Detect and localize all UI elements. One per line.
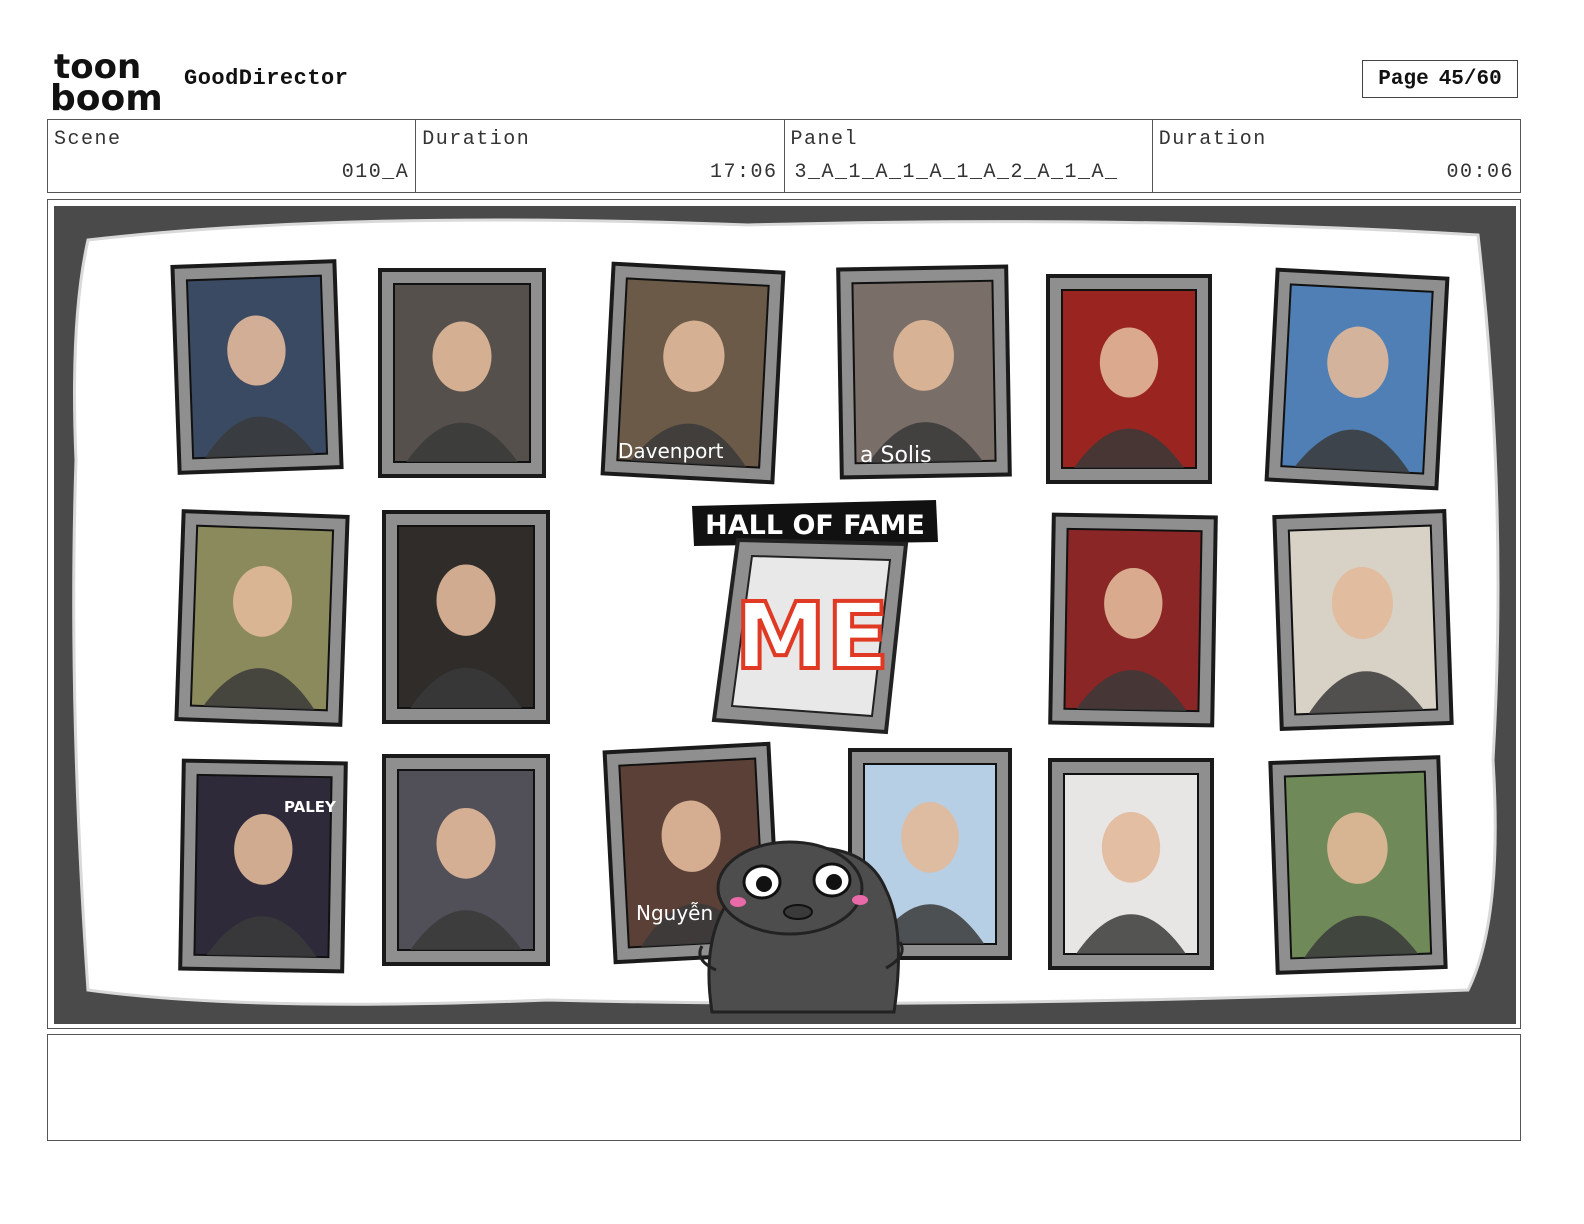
portrait-frame bbox=[174, 509, 350, 727]
page-label: Page bbox=[1378, 67, 1429, 91]
logo-graphic: toon boom bbox=[50, 47, 163, 119]
caption-solis: a Solis bbox=[860, 443, 932, 468]
me-text: ME bbox=[735, 583, 889, 690]
panel-duration-cell: Duration 00:06 bbox=[1153, 120, 1520, 192]
cartoon-character bbox=[698, 840, 904, 1014]
sign-paley: PALEY bbox=[284, 798, 337, 816]
portrait-frame bbox=[382, 510, 550, 724]
scene-duration-cell: Duration 17:06 bbox=[416, 120, 785, 192]
panel-duration-label: Duration bbox=[1158, 128, 1267, 151]
app-name: GoodDirector bbox=[184, 66, 349, 91]
page-indicator: Page 45/60 bbox=[1362, 60, 1518, 98]
toon-boom-logo: toon boom bbox=[50, 47, 166, 119]
panel-cell: Panel 3_A_1_A_1_A_1_A_2_A_1_A_ bbox=[785, 120, 1153, 192]
panel-label: Panel bbox=[790, 128, 859, 151]
panel-value: 3_A_1_A_1_A_1_A_2_A_1_A_ bbox=[794, 161, 1119, 184]
panel-artwork: HALL OF FAME ME Davenport a Solis Nguyễn… bbox=[54, 206, 1516, 1024]
portrait-frame bbox=[1048, 512, 1218, 728]
me-frame: ME bbox=[711, 537, 909, 735]
info-row: Scene 010_A Duration 17:06 Panel 3_A_1_A… bbox=[47, 119, 1521, 193]
portrait-frame bbox=[1272, 509, 1454, 731]
portrait-frame bbox=[1268, 755, 1448, 975]
panel-duration-value: 00:06 bbox=[1446, 161, 1514, 184]
portrait-frame bbox=[1048, 758, 1214, 970]
portrait-frame bbox=[378, 268, 546, 478]
portrait-frame bbox=[382, 754, 550, 966]
hall-of-fame-text: HALL OF FAME bbox=[705, 510, 925, 541]
portrait-frame bbox=[170, 259, 344, 475]
portrait-frame bbox=[178, 758, 348, 974]
caption-davenport: Davenport bbox=[618, 439, 724, 463]
hall-of-fame-sign: HALL OF FAME bbox=[692, 500, 938, 546]
scene-duration-label: Duration bbox=[422, 128, 531, 151]
logo-line2: boom bbox=[50, 78, 163, 114]
caption-area[interactable] bbox=[47, 1034, 1521, 1141]
portrait-frame bbox=[1264, 267, 1450, 491]
portrait-frame bbox=[1046, 274, 1212, 484]
storyboard-panel[interactable]: HALL OF FAME ME Davenport a Solis Nguyễn… bbox=[47, 199, 1521, 1029]
caption-nguyen: Nguyễn bbox=[636, 901, 713, 925]
scene-label: Scene bbox=[54, 128, 122, 151]
scene-duration-value: 17:06 bbox=[709, 161, 778, 184]
page-value: 45/60 bbox=[1438, 67, 1502, 91]
scene-value: 010_A bbox=[341, 161, 410, 184]
scene-cell: Scene 010_A bbox=[48, 120, 417, 192]
